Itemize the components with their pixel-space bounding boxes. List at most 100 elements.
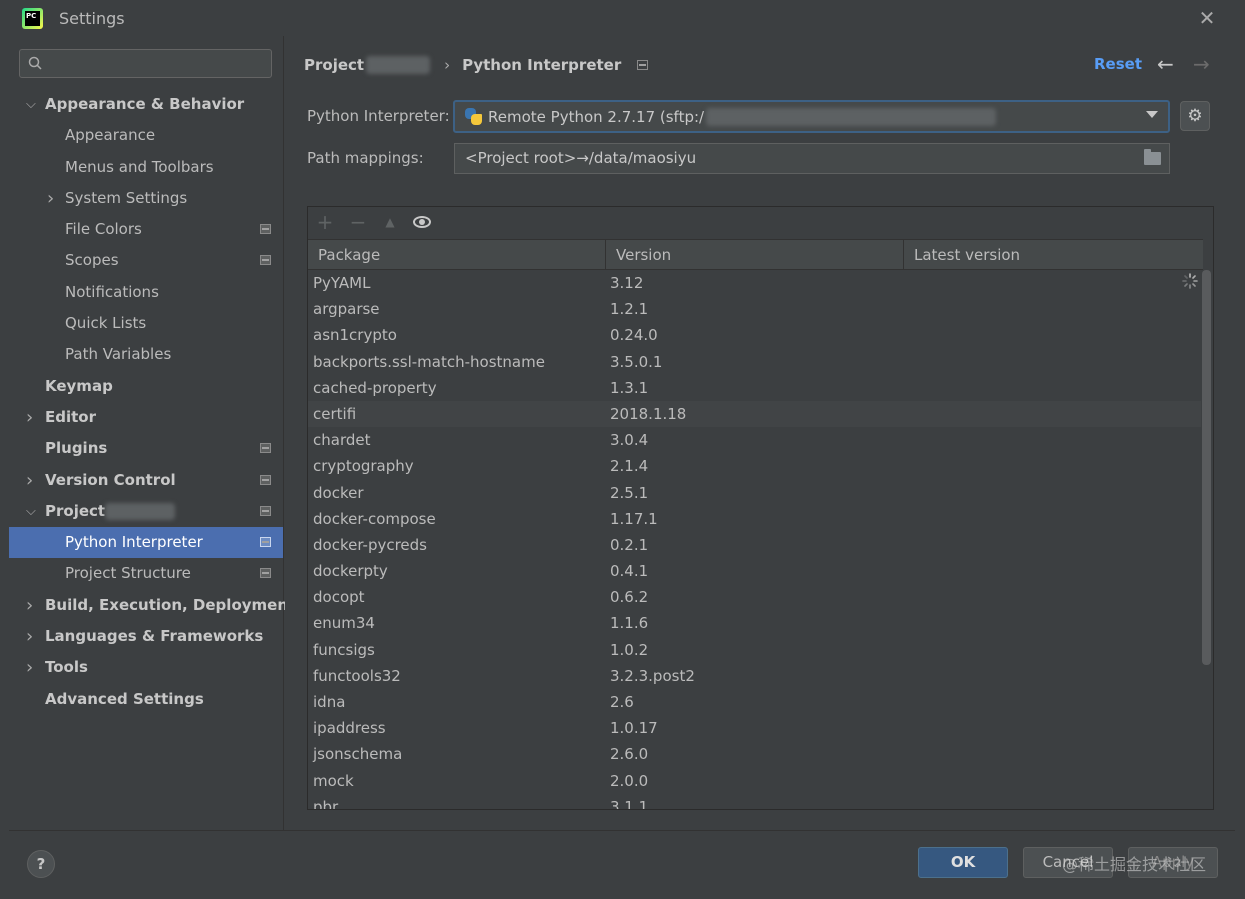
close-icon[interactable]: ✕ bbox=[1196, 7, 1218, 29]
table-row[interactable]: cached-property 1.3.1 bbox=[308, 375, 1201, 401]
sidebar-item-scopes[interactable]: Scopes bbox=[9, 245, 283, 276]
sidebar-item-appearance[interactable]: Appearance bbox=[9, 120, 283, 151]
package-name: enum34 bbox=[313, 614, 375, 633]
packages-panel: + − ▲ Package Version Latest version PyY… bbox=[307, 206, 1214, 810]
table-row[interactable]: pbr 3.1.1 bbox=[308, 794, 1201, 809]
table-row[interactable]: enum34 1.1.6 bbox=[308, 610, 1201, 636]
table-row[interactable]: argparse 1.2.1 bbox=[308, 296, 1201, 322]
folder-icon[interactable] bbox=[1144, 149, 1161, 165]
dialog-footer: ? OK Cancel Apply @稀土掘金技术社区 bbox=[9, 830, 1235, 890]
table-row[interactable]: idna 2.6 bbox=[308, 689, 1201, 715]
sidebar-item-appearance-behavior[interactable]: ⌵ Appearance & Behavior bbox=[9, 89, 283, 120]
package-version: 2.0.0 bbox=[610, 771, 649, 790]
reset-link[interactable]: Reset bbox=[1094, 55, 1142, 73]
chevron-right-icon[interactable]: › bbox=[26, 590, 38, 621]
sidebar-item-editor[interactable]: › Editor bbox=[9, 402, 283, 433]
chevron-down-icon[interactable]: ⌵ bbox=[26, 89, 38, 120]
chevron-right-icon[interactable]: › bbox=[26, 465, 38, 496]
gear-icon[interactable]: ⚙ bbox=[1180, 101, 1210, 131]
chevron-right-icon[interactable]: › bbox=[26, 652, 38, 683]
table-row[interactable]: docker 2.5.1 bbox=[308, 480, 1201, 506]
breadcrumb-project[interactable]: Project bbox=[304, 56, 364, 74]
breadcrumb: Project › Python Interpreter bbox=[304, 54, 649, 76]
table-row[interactable]: PyYAML 3.12 bbox=[308, 270, 1201, 296]
scroll-thumb[interactable] bbox=[1202, 270, 1211, 665]
table-row[interactable]: mock 2.0.0 bbox=[308, 768, 1201, 794]
column-latest-version[interactable]: Latest version bbox=[904, 240, 1203, 270]
package-version: 2.6.0 bbox=[610, 745, 649, 764]
chevron-right-icon[interactable]: › bbox=[47, 183, 59, 214]
table-row[interactable]: docker-compose 1.17.1 bbox=[308, 506, 1201, 532]
table-row[interactable]: funcsigs 1.0.2 bbox=[308, 637, 1201, 663]
sidebar-item-label: Appearance & Behavior bbox=[45, 95, 245, 113]
sidebar-item-notifications[interactable]: Notifications bbox=[9, 277, 283, 308]
package-name: dockerpty bbox=[313, 562, 388, 581]
upgrade-package-button[interactable]: ▲ bbox=[379, 211, 401, 233]
package-version: 3.0.4 bbox=[610, 431, 649, 450]
packages-scrollbar[interactable] bbox=[1201, 270, 1212, 809]
table-row[interactable]: functools32 3.2.3.post2 bbox=[308, 663, 1201, 689]
project-level-icon bbox=[260, 224, 271, 235]
sidebar-item-path-variables[interactable]: Path Variables bbox=[9, 339, 283, 370]
sidebar-item-quick-lists[interactable]: Quick Lists bbox=[9, 308, 283, 339]
sidebar-item-file-colors[interactable]: File Colors bbox=[9, 214, 283, 245]
package-version: 0.4.1 bbox=[610, 562, 649, 581]
chevron-right-icon[interactable]: › bbox=[26, 621, 38, 652]
table-row[interactable]: cryptography 2.1.4 bbox=[308, 453, 1201, 479]
package-name: jsonschema bbox=[313, 745, 403, 764]
sidebar-item-project-structure[interactable]: Project Structure bbox=[9, 558, 283, 589]
package-version: 1.0.17 bbox=[610, 719, 658, 738]
chevron-right-icon[interactable]: › bbox=[26, 402, 38, 433]
table-row[interactable]: docker-pycreds 0.2.1 bbox=[308, 532, 1201, 558]
package-version: 3.12 bbox=[610, 274, 644, 292]
package-name: functools32 bbox=[313, 666, 401, 685]
loading-spinner-icon bbox=[1182, 273, 1198, 289]
column-version[interactable]: Version bbox=[606, 240, 904, 270]
sidebar-item-label: Keymap bbox=[45, 376, 113, 395]
package-name: chardet bbox=[313, 431, 371, 450]
table-row[interactable]: ipaddress 1.0.17 bbox=[308, 715, 1201, 741]
chevron-down-icon[interactable]: ⌵ bbox=[26, 496, 38, 527]
sidebar-item-project[interactable]: ⌵ Project bbox=[9, 496, 283, 527]
ok-button[interactable]: OK bbox=[918, 847, 1008, 878]
back-arrow-icon[interactable]: ← bbox=[1157, 52, 1181, 76]
table-row[interactable]: dockerpty 0.4.1 bbox=[308, 558, 1201, 584]
remove-package-button[interactable]: − bbox=[347, 211, 369, 233]
sidebar-item-label: File Colors bbox=[65, 220, 142, 239]
package-name: cryptography bbox=[313, 457, 414, 476]
sidebar-item-tools[interactable]: › Tools bbox=[9, 652, 283, 683]
sidebar-item-menus-and-toolbars[interactable]: Menus and Toolbars bbox=[9, 152, 283, 183]
cancel-button[interactable]: Cancel bbox=[1023, 847, 1113, 878]
search-input[interactable] bbox=[19, 49, 272, 78]
sidebar-item-python-interpreter[interactable]: Python Interpreter bbox=[9, 527, 283, 559]
forward-arrow-icon[interactable]: → bbox=[1193, 52, 1217, 76]
python-icon bbox=[465, 108, 482, 125]
table-row[interactable]: asn1crypto 0.24.0 bbox=[308, 322, 1201, 348]
table-row[interactable]: certifi 2018.1.18 bbox=[308, 400, 1201, 428]
sidebar-item-build-execution-deployment[interactable]: › Build, Execution, Deployment bbox=[9, 590, 295, 621]
sidebar-item-keymap[interactable]: Keymap bbox=[9, 371, 283, 402]
sidebar-item-plugins[interactable]: Plugins bbox=[9, 433, 283, 464]
table-row[interactable]: docopt 0.6.2 bbox=[308, 584, 1201, 610]
path-mappings-field[interactable]: <Project root>→/data/maosiyu bbox=[454, 143, 1170, 174]
sidebar-item-advanced-settings[interactable]: Advanced Settings bbox=[9, 684, 283, 715]
sidebar-item-system-settings[interactable]: › System Settings bbox=[9, 183, 283, 214]
project-level-icon bbox=[260, 537, 271, 548]
sidebar-item-languages-frameworks[interactable]: › Languages & Frameworks bbox=[9, 621, 283, 652]
package-name: docker-compose bbox=[313, 509, 436, 528]
apply-button[interactable]: Apply bbox=[1128, 847, 1218, 878]
table-row[interactable]: backports.ssl-match-hostname 3.5.0.1 bbox=[308, 349, 1201, 375]
project-level-icon bbox=[260, 474, 271, 485]
package-version: 2.5.1 bbox=[610, 483, 649, 502]
package-version: 1.3.1 bbox=[610, 378, 649, 397]
interpreter-select[interactable]: Remote Python 2.7.17 (sftp:/ bbox=[453, 100, 1170, 133]
table-row[interactable]: jsonschema 2.6.0 bbox=[308, 741, 1201, 767]
eye-icon[interactable] bbox=[413, 216, 431, 228]
package-name: docker bbox=[313, 483, 364, 502]
help-button[interactable]: ? bbox=[27, 850, 55, 878]
column-package[interactable]: Package bbox=[308, 240, 606, 270]
sidebar-item-version-control[interactable]: › Version Control bbox=[9, 465, 283, 496]
add-package-button[interactable]: + bbox=[314, 211, 336, 233]
table-row[interactable]: chardet 3.0.4 bbox=[308, 427, 1201, 453]
package-version: 1.1.6 bbox=[610, 614, 649, 633]
